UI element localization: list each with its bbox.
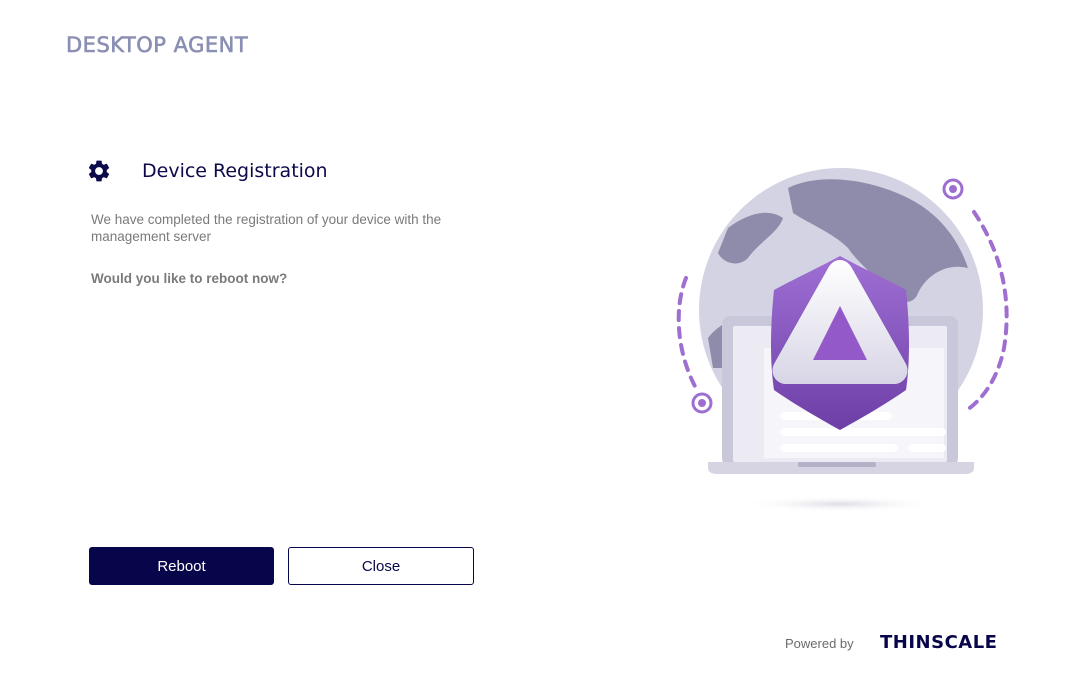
registration-message: We have completed the registration of yo… <box>91 212 442 244</box>
powered-by-label: Powered by <box>785 636 854 651</box>
thinscale-logo: THINSCALE <box>880 632 998 653</box>
dialog-header: Device Registration <box>86 158 328 184</box>
security-illustration <box>668 168 1018 518</box>
close-button[interactable]: Close <box>288 547 474 585</box>
app-logo: DESKTOP AGENT <box>66 33 249 58</box>
desktop-agent-window: DESKTOP AGENT Device Registration We hav… <box>0 0 1072 674</box>
reboot-button[interactable]: Reboot <box>89 547 274 585</box>
dialog-title: Device Registration <box>142 160 328 182</box>
gear-icon <box>86 158 112 184</box>
reboot-question: Would you like to reboot now? <box>91 271 288 286</box>
